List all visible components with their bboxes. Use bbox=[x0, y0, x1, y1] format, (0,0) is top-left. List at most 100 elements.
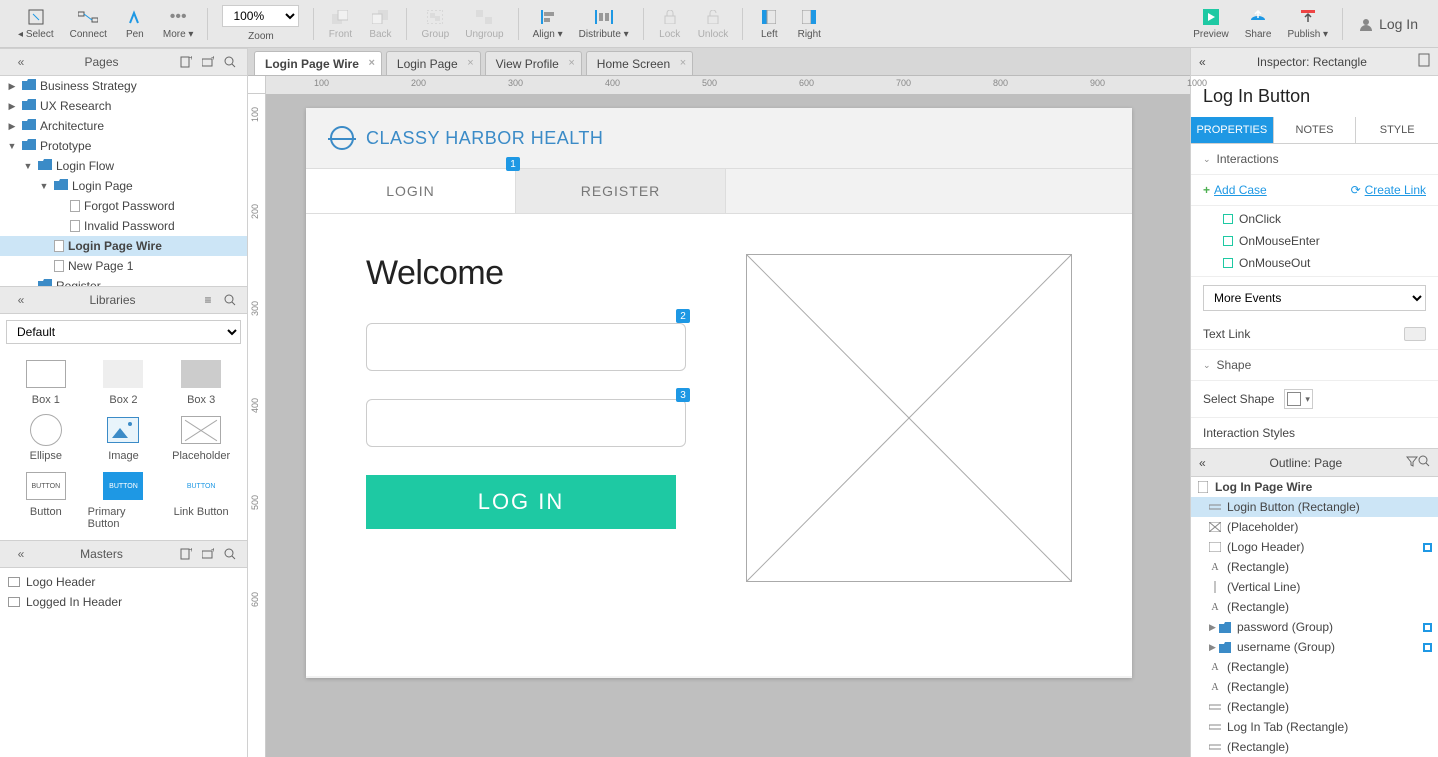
document-tab[interactable]: Login Page Wire× bbox=[254, 51, 382, 75]
tree-item[interactable]: ▼Login Flow bbox=[0, 156, 247, 176]
create-link[interactable]: Create Link bbox=[1365, 183, 1426, 197]
lib-menu-icon[interactable]: ≡ bbox=[199, 291, 217, 309]
artboard[interactable]: CLASSY HARBOR HEALTH LOGIN REGISTER 1 We… bbox=[306, 108, 1132, 678]
lib-button[interactable]: BUTTONButton bbox=[10, 472, 82, 530]
close-tab-icon[interactable]: × bbox=[680, 57, 686, 69]
search-masters-icon[interactable] bbox=[221, 545, 239, 563]
login-tab[interactable]: LOGIN bbox=[306, 169, 516, 213]
lib-link-button[interactable]: BUTTONLink Button bbox=[165, 472, 237, 530]
document-tab[interactable]: Home Screen× bbox=[586, 51, 693, 75]
tree-item[interactable]: Forgot Password bbox=[0, 196, 247, 216]
connect-tool[interactable]: Connect bbox=[62, 5, 115, 42]
unlock-tool[interactable]: Unlock bbox=[690, 5, 737, 42]
align-tool[interactable]: Align ▾ bbox=[525, 5, 571, 42]
tree-item[interactable]: ▶Business Strategy bbox=[0, 76, 247, 96]
collapse-masters-icon[interactable]: « bbox=[12, 545, 30, 563]
add-folder-icon[interactable]: + bbox=[199, 53, 217, 71]
login-button[interactable]: LOG IN bbox=[366, 475, 676, 529]
note-icon[interactable] bbox=[1418, 53, 1430, 70]
close-tab-icon[interactable]: × bbox=[368, 57, 374, 69]
outline-item[interactable]: A(Rectangle) bbox=[1191, 657, 1438, 677]
lock-tool[interactable]: Lock bbox=[650, 5, 690, 42]
master-item[interactable]: Logged In Header bbox=[8, 592, 239, 612]
tree-item[interactable]: Login Page Wire bbox=[0, 236, 247, 256]
outline-item[interactable]: ▶password (Group) bbox=[1191, 617, 1438, 637]
more-events-select[interactable]: More Events bbox=[1203, 285, 1426, 311]
collapse-icon[interactable]: « bbox=[12, 53, 30, 71]
lib-primary-button[interactable]: BUTTONPrimary Button bbox=[88, 472, 160, 530]
document-tab[interactable]: View Profile× bbox=[485, 51, 582, 75]
outline-tree[interactable]: Log In Page WireLogin Button (Rectangle)… bbox=[1191, 477, 1438, 757]
collapse-inspector-icon[interactable]: « bbox=[1199, 55, 1206, 69]
register-tab[interactable]: REGISTER bbox=[516, 169, 726, 213]
pen-tool[interactable]: Pen bbox=[115, 5, 155, 42]
lib-image[interactable]: Image bbox=[88, 416, 160, 462]
lib-box1[interactable]: Box 1 bbox=[10, 360, 82, 406]
outline-item[interactable]: ▶username (Group) bbox=[1191, 637, 1438, 657]
zoom-select[interactable]: 100% bbox=[222, 5, 299, 27]
add-page-icon[interactable]: + bbox=[177, 53, 195, 71]
lib-box3[interactable]: Box 3 bbox=[165, 360, 237, 406]
outline-item[interactable]: Log In Tab (Rectangle) bbox=[1191, 717, 1438, 737]
left-panel-toggle[interactable]: Left bbox=[749, 5, 789, 42]
collapse-libraries-icon[interactable]: « bbox=[12, 291, 30, 309]
collapse-outline-icon[interactable]: « bbox=[1199, 456, 1206, 470]
preview-button[interactable]: Preview bbox=[1185, 5, 1237, 42]
event-onmouseenter[interactable]: OnMouseEnter bbox=[1203, 230, 1426, 252]
outline-item[interactable]: A(Rectangle) bbox=[1191, 557, 1438, 577]
outline-item[interactable]: (Placeholder) bbox=[1191, 517, 1438, 537]
select-tool[interactable]: ◂ Select bbox=[10, 5, 62, 42]
publish-button[interactable]: Publish ▾ bbox=[1279, 5, 1336, 42]
tree-item[interactable]: ▼Login Page bbox=[0, 176, 247, 196]
search-lib-icon[interactable] bbox=[221, 291, 239, 309]
tree-item[interactable]: Invalid Password bbox=[0, 216, 247, 236]
outline-item[interactable]: A(Rectangle) bbox=[1191, 677, 1438, 697]
group-tool[interactable]: Group bbox=[413, 5, 457, 42]
library-select[interactable]: Default bbox=[6, 320, 241, 344]
tree-item[interactable]: ▶UX Research bbox=[0, 96, 247, 116]
username-field[interactable] bbox=[366, 323, 686, 371]
search-outline-icon[interactable] bbox=[1418, 455, 1430, 470]
add-master-icon[interactable]: + bbox=[177, 545, 195, 563]
tree-item[interactable]: ▼Prototype bbox=[0, 136, 247, 156]
right-panel-toggle[interactable]: Right bbox=[789, 5, 829, 42]
distribute-tool[interactable]: Distribute ▾ bbox=[571, 5, 637, 42]
master-item[interactable]: Logo Header bbox=[8, 572, 239, 592]
close-tab-icon[interactable]: × bbox=[568, 57, 574, 69]
outline-item[interactable]: (Logo Header) bbox=[1191, 537, 1438, 557]
image-placeholder[interactable] bbox=[746, 254, 1072, 582]
search-pages-icon[interactable] bbox=[221, 53, 239, 71]
outline-item[interactable]: Login Button (Rectangle) bbox=[1191, 497, 1438, 517]
ungroup-tool[interactable]: Ungroup bbox=[457, 5, 511, 42]
back-tool[interactable]: Back bbox=[360, 5, 400, 42]
tab-style[interactable]: STYLE bbox=[1356, 117, 1438, 143]
outline-item[interactable]: A(Rectangle) bbox=[1191, 597, 1438, 617]
front-tool[interactable]: Front bbox=[320, 5, 360, 42]
outline-root[interactable]: Log In Page Wire bbox=[1191, 477, 1438, 497]
lib-box2[interactable]: Box 2 bbox=[88, 360, 160, 406]
password-field[interactable] bbox=[366, 399, 686, 447]
close-tab-icon[interactable]: × bbox=[467, 57, 473, 69]
tab-notes[interactable]: NOTES bbox=[1274, 117, 1357, 143]
pages-tree[interactable]: ▶Business Strategy▶UX Research▶Architect… bbox=[0, 76, 247, 286]
share-button[interactable]: Share bbox=[1237, 5, 1280, 42]
lib-ellipse[interactable]: Ellipse bbox=[10, 416, 82, 462]
tab-properties[interactable]: PROPERTIES bbox=[1191, 117, 1274, 143]
more-tool[interactable]: •••More ▾ bbox=[155, 5, 202, 42]
tree-item[interactable]: ▶Architecture bbox=[0, 116, 247, 136]
canvas[interactable]: CLASSY HARBOR HEALTH LOGIN REGISTER 1 We… bbox=[266, 94, 1190, 757]
add-master-folder-icon[interactable]: + bbox=[199, 545, 217, 563]
document-tab[interactable]: Login Page× bbox=[386, 51, 481, 75]
outline-item[interactable]: (Rectangle) bbox=[1191, 697, 1438, 717]
text-link-toggle[interactable] bbox=[1404, 327, 1426, 341]
account-login[interactable]: Log In bbox=[1349, 12, 1428, 36]
outline-item[interactable]: (Rectangle) bbox=[1191, 737, 1438, 757]
event-onclick[interactable]: OnClick bbox=[1203, 208, 1426, 230]
tree-item[interactable]: New Page 1 bbox=[0, 256, 247, 276]
lib-placeholder[interactable]: Placeholder bbox=[165, 416, 237, 462]
add-case-link[interactable]: Add Case bbox=[1214, 183, 1267, 197]
outline-item[interactable]: (Vertical Line) bbox=[1191, 577, 1438, 597]
tree-item[interactable]: Register bbox=[0, 276, 247, 286]
zoom-control[interactable]: 100% Zoom bbox=[214, 3, 307, 44]
filter-outline-icon[interactable] bbox=[1406, 455, 1418, 470]
